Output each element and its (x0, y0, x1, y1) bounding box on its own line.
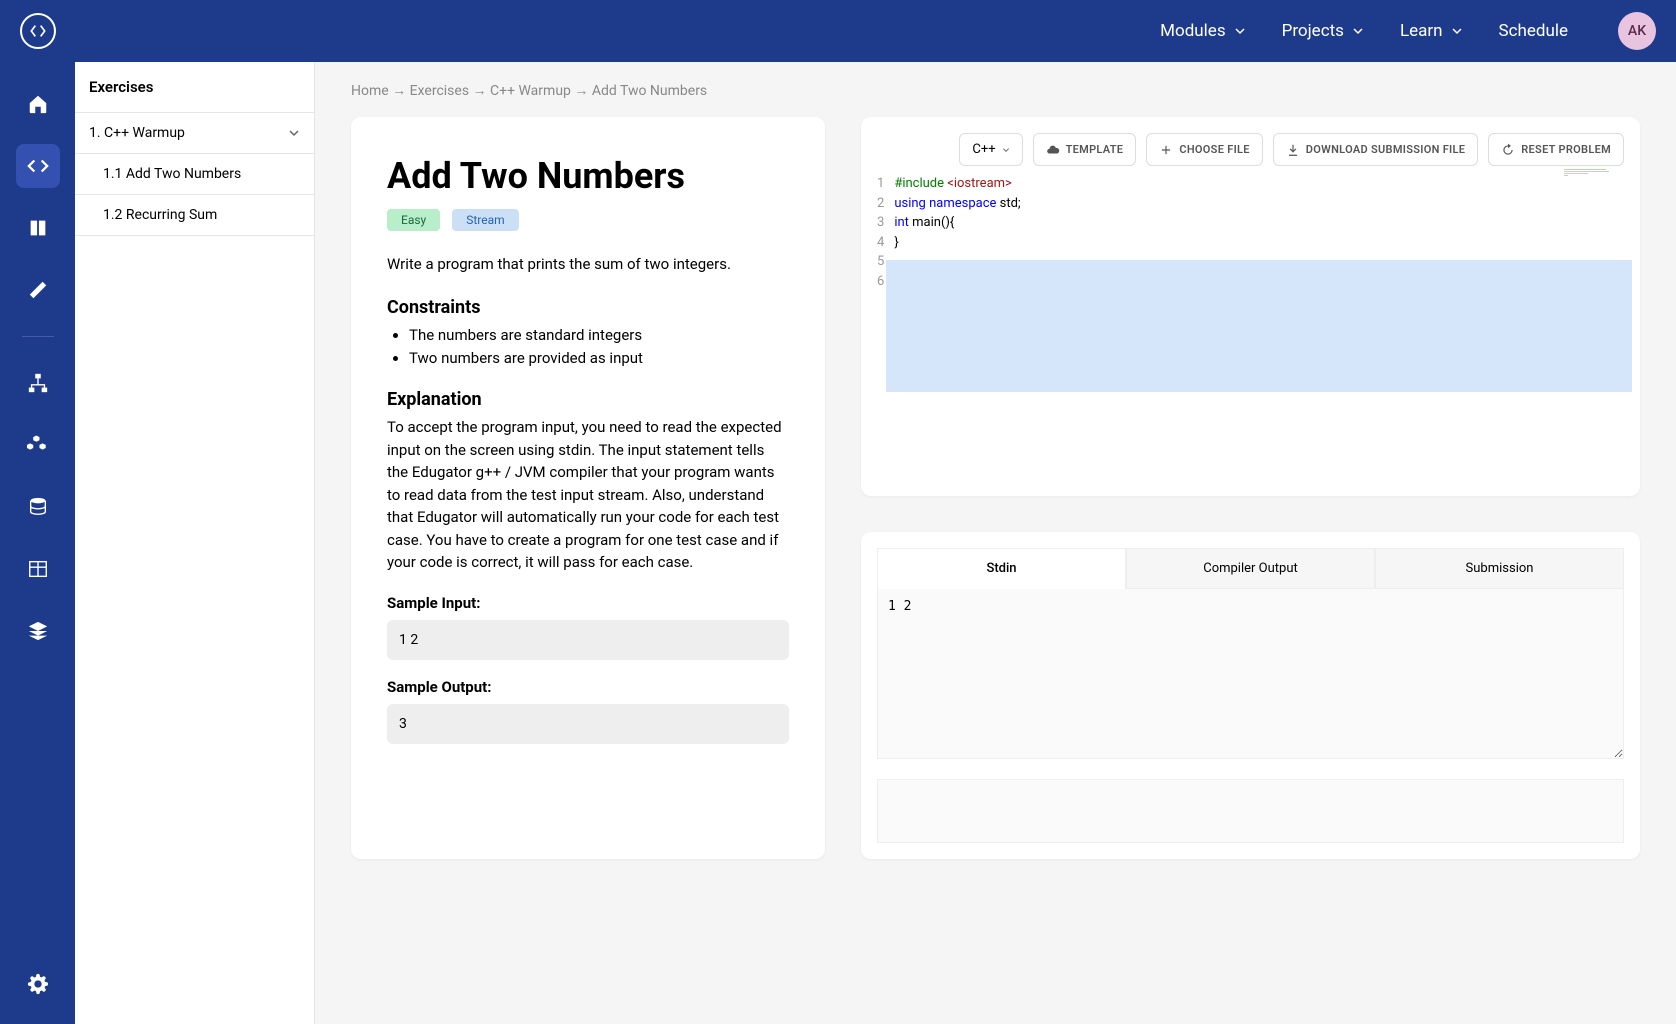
template-button[interactable]: TEMPLATE (1033, 133, 1137, 166)
breadcrumb-current: Add Two Numbers (592, 83, 707, 99)
sidebar-layers[interactable] (16, 609, 60, 653)
sitemap-icon (27, 372, 49, 394)
stdin-textarea[interactable] (877, 589, 1624, 759)
download-button[interactable]: DOWNLOAD SUBMISSION FILE (1273, 133, 1478, 166)
nav-modules[interactable]: Modules (1160, 21, 1245, 41)
constraint-item: Two numbers are provided as input (409, 347, 789, 370)
choose-file-button[interactable]: CHOOSE FILE (1146, 133, 1262, 166)
pencil-ruler-icon (27, 279, 49, 301)
database-icon (27, 496, 49, 518)
exercise-section[interactable]: 1. C++ Warmup (75, 113, 314, 154)
sidebar-table[interactable] (16, 547, 60, 591)
sidebar-modules[interactable] (16, 423, 60, 467)
nav-learn[interactable]: Learn (1400, 21, 1463, 41)
tag-difficulty: Easy (387, 209, 440, 231)
app-logo[interactable] (20, 13, 56, 49)
explanation-text: To accept the program input, you need to… (387, 416, 789, 574)
chevron-down-icon (1352, 25, 1364, 37)
constraint-item: The numbers are standard integers (409, 324, 789, 347)
code-editor[interactable]: 123456 #include <iostream> using namespa… (877, 174, 1624, 480)
download-icon (1286, 143, 1300, 157)
gear-icon (27, 973, 49, 995)
sidebar-code[interactable] (16, 144, 60, 188)
nav-projects[interactable]: Projects (1282, 21, 1364, 41)
exercise-item[interactable]: 1.2 Recurring Sum (75, 195, 314, 236)
sample-input-box: 1 2 (387, 620, 789, 660)
breadcrumb-exercises[interactable]: Exercises (410, 83, 469, 99)
code-icon (27, 155, 49, 177)
home-icon (27, 93, 49, 115)
explanation-heading: Explanation (387, 389, 789, 410)
problem-description: Write a program that prints the sum of t… (387, 255, 789, 273)
tab-submission[interactable]: Submission (1375, 548, 1624, 589)
tab-compiler-output[interactable]: Compiler Output (1126, 548, 1375, 589)
sidebar-design[interactable] (16, 268, 60, 312)
exercise-section-label: 1. C++ Warmup (89, 125, 185, 141)
io-panel: Stdin Compiler Output Submission (861, 532, 1640, 859)
nav-schedule[interactable]: Schedule (1499, 21, 1568, 41)
chevron-down-icon (1234, 25, 1246, 37)
chevron-down-icon (1451, 25, 1463, 37)
cloud-icon (1046, 143, 1060, 157)
breadcrumb-module[interactable]: C++ Warmup (490, 83, 571, 99)
chevron-down-icon (288, 127, 300, 139)
table-icon (27, 558, 49, 580)
refresh-icon (1501, 143, 1515, 157)
sidebar-book[interactable] (16, 206, 60, 250)
problem-title: Add Two Numbers (387, 155, 789, 197)
chevron-down-icon (1002, 146, 1010, 154)
cubes-icon (27, 434, 49, 456)
output-box (877, 779, 1624, 843)
sidebar-database[interactable] (16, 485, 60, 529)
breadcrumb-home[interactable]: Home (351, 83, 389, 99)
breadcrumb: Home → Exercises → C++ Warmup → Add Two … (351, 82, 1640, 99)
constraints-heading: Constraints (387, 297, 789, 318)
layers-icon (27, 620, 49, 642)
sample-output-box: 3 (387, 704, 789, 744)
tag-category: Stream (452, 209, 518, 231)
reset-button[interactable]: RESET PROBLEM (1488, 133, 1624, 166)
language-select[interactable]: C++ (959, 133, 1022, 166)
sidebar-network[interactable] (16, 361, 60, 405)
exercises-header: Exercises (75, 62, 314, 113)
editor-panel: C++ TEMPLATE CHOOSE FILE DOWNLOAD SUBMIS… (861, 117, 1640, 496)
exercise-item[interactable]: 1.1 Add Two Numbers (75, 154, 314, 195)
tab-stdin[interactable]: Stdin (877, 548, 1126, 589)
sample-input-label: Sample Input: (387, 594, 789, 612)
sample-output-label: Sample Output: (387, 678, 789, 696)
sidebar-divider (22, 336, 54, 337)
book-icon (27, 217, 49, 239)
sidebar-settings[interactable] (16, 962, 60, 1006)
avatar[interactable]: AK (1618, 12, 1656, 50)
problem-panel: Add Two Numbers Easy Stream Write a prog… (351, 117, 825, 859)
plus-icon (1159, 143, 1173, 157)
sidebar-home[interactable] (16, 82, 60, 126)
